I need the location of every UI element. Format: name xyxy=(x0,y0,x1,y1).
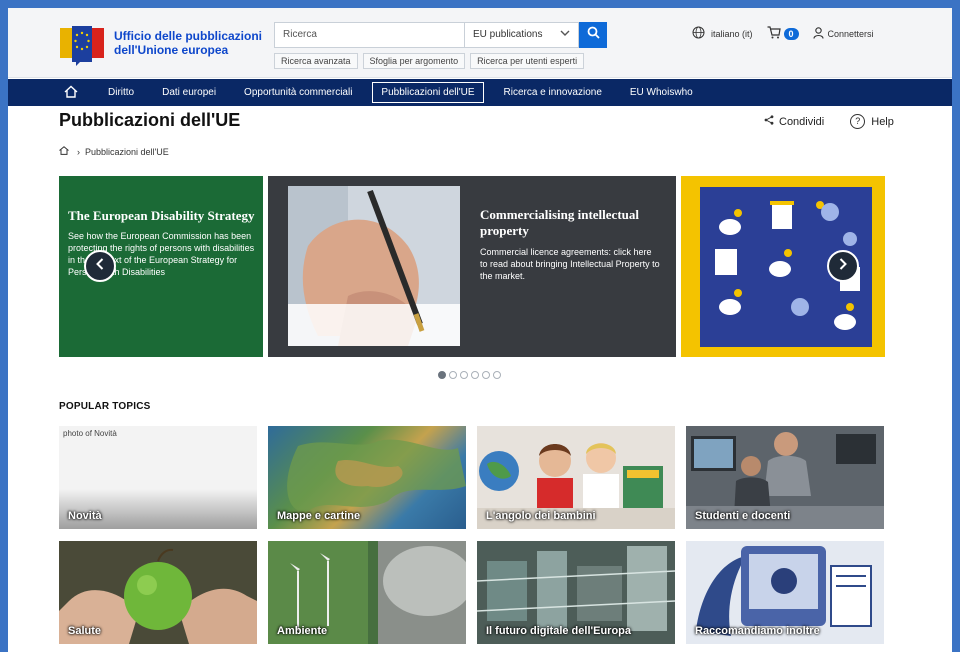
slide-description: Commercial licence agreements: click her… xyxy=(480,247,660,281)
nav-item-opportunita-commerciali[interactable]: Opportunità commerciali xyxy=(244,87,352,98)
globe-icon xyxy=(692,26,705,41)
carousel-dot[interactable] xyxy=(471,371,479,379)
page-title: Pubblicazioni dell'UE xyxy=(59,110,241,130)
carousel-dot[interactable] xyxy=(493,371,501,379)
search-links: Ricerca avanzata Sfoglia per argomento R… xyxy=(274,53,585,69)
carousel-slide-ip[interactable]: Commercialising intellectual property Co… xyxy=(268,176,676,357)
topic-tile-mappe[interactable]: Mappe e cartine xyxy=(268,426,466,529)
topic-tile-studenti[interactable]: Studenti e docenti xyxy=(686,426,884,529)
share-label: Condividi xyxy=(779,115,825,128)
search-icon xyxy=(587,26,600,44)
breadcrumb: › Pubblicazioni dell'UE xyxy=(59,146,169,157)
topic-tile-bambini[interactable]: L'angolo dei bambini xyxy=(477,426,675,529)
topic-label: Il futuro digitale dell'Europa xyxy=(486,625,632,637)
site-header: Ufficio delle pubblicazioni dell'Unione … xyxy=(8,8,952,78)
cart-button[interactable]: 0 xyxy=(767,26,799,41)
language-label: italiano (it) xyxy=(711,28,753,39)
breadcrumb-current: Pubblicazioni dell'UE xyxy=(85,146,169,157)
main-navigation: Diritto Dati europei Opportunità commerc… xyxy=(8,79,952,106)
search-scope-select[interactable]: EU publications xyxy=(464,22,579,48)
topic-tile-raccomandiamo[interactable]: Raccomandiamo inoltre xyxy=(686,541,884,644)
topic-tile-futuro-digitale[interactable]: Il futuro digitale dell'Europa xyxy=(477,541,675,644)
nav-item-diritto[interactable]: Diritto xyxy=(108,87,134,98)
help-button[interactable]: ? Help xyxy=(850,114,894,129)
breadcrumb-home-icon[interactable] xyxy=(59,146,69,157)
carousel-next-button[interactable] xyxy=(827,250,859,282)
topic-label: Raccomandiamo inoltre xyxy=(695,625,820,637)
nav-item-ricerca-innovazione[interactable]: Ricerca e innovazione xyxy=(504,87,602,98)
help-label: Help xyxy=(871,115,894,128)
carousel-dot[interactable] xyxy=(482,371,490,379)
search-scope-value: EU publications xyxy=(473,29,543,40)
language-selector[interactable]: italiano (it) xyxy=(692,26,753,41)
header-utilities: italiano (it) 0 Connettersi xyxy=(692,26,888,41)
carousel-indicators xyxy=(438,371,501,379)
expert-search-link[interactable]: Ricerca per utenti esperti xyxy=(470,53,585,69)
topic-tile-ambiente[interactable]: Ambiente xyxy=(268,541,466,644)
topic-label: L'angolo dei bambini xyxy=(486,510,596,522)
logo-line-1: Ufficio delle pubblicazioni xyxy=(114,29,263,43)
topic-label: Salute xyxy=(68,625,102,637)
eu-flag-logo-icon xyxy=(60,26,104,66)
chevron-right-icon xyxy=(838,257,848,275)
topic-label: Studenti e docenti xyxy=(695,510,791,522)
share-icon xyxy=(764,115,774,128)
topic-tile-salute[interactable]: Salute xyxy=(59,541,257,644)
nav-item-eu-whoiswho[interactable]: EU Whoiswho xyxy=(630,87,693,98)
cart-count-badge: 0 xyxy=(783,27,799,40)
search-button[interactable] xyxy=(579,22,607,48)
broken-image-alt-text: photo of Novità xyxy=(63,429,117,438)
carousel-prev-button[interactable] xyxy=(84,250,116,282)
slide-title: The European Disability Strategy xyxy=(68,208,255,223)
popular-topics-title: POPULAR TOPICS xyxy=(59,401,151,412)
user-icon xyxy=(812,26,824,41)
share-button[interactable]: Condividi xyxy=(764,115,824,128)
site-logo[interactable]: Ufficio delle pubblicazioni dell'Unione … xyxy=(60,26,262,66)
home-icon xyxy=(64,85,78,101)
advanced-search-link[interactable]: Ricerca avanzata xyxy=(274,53,358,69)
chevron-left-icon xyxy=(95,257,105,275)
topic-tile-novita[interactable]: photo of Novità Novità xyxy=(59,426,257,529)
slide-title: Commercialising intellectual property xyxy=(480,207,639,238)
carousel-dot[interactable] xyxy=(460,371,468,379)
breadcrumb-separator-icon: › xyxy=(77,146,80,157)
carousel-dot[interactable] xyxy=(449,371,457,379)
page-actions: Condividi ? Help xyxy=(764,114,920,129)
nav-item-dati-europei[interactable]: Dati europei xyxy=(162,87,216,98)
search-bar: Ricerca EU publications xyxy=(274,22,607,48)
slide-image-pen-writing xyxy=(288,186,460,346)
login-link[interactable]: Connettersi xyxy=(812,26,874,41)
cart-icon xyxy=(767,26,781,41)
nav-item-pubblicazioni[interactable]: Pubblicazioni dell'UE xyxy=(372,82,484,103)
carousel-dot[interactable] xyxy=(438,371,446,379)
topic-label: Novità xyxy=(68,510,102,522)
help-icon: ? xyxy=(850,114,866,129)
topic-label: Ambiente xyxy=(277,625,328,637)
nav-home[interactable] xyxy=(64,85,78,101)
login-label: Connettersi xyxy=(827,28,874,39)
logo-line-2: dell'Unione europea xyxy=(114,43,229,57)
logo-text: Ufficio delle pubblicazioni dell'Unione … xyxy=(114,29,262,57)
search-input[interactable]: Ricerca xyxy=(274,22,464,48)
topic-label: Mappe e cartine xyxy=(277,510,361,522)
browse-by-subject-link[interactable]: Sfoglia per argomento xyxy=(362,53,466,69)
chevron-down-icon xyxy=(560,23,570,47)
